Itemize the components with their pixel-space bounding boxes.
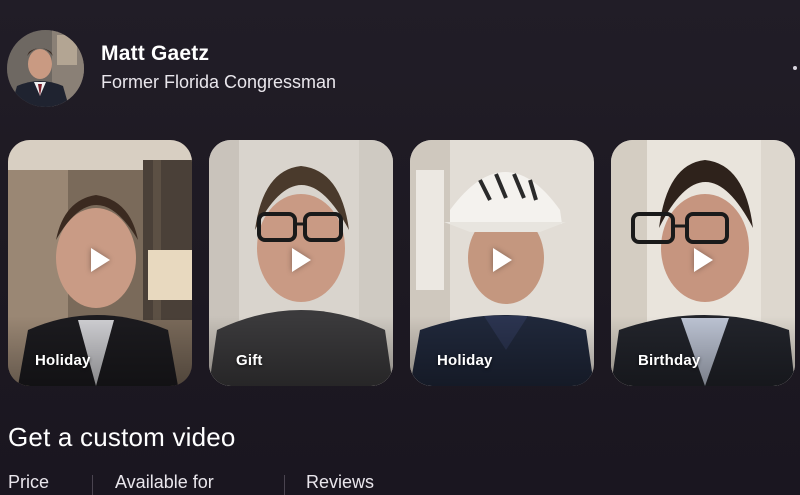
- play-icon[interactable]: [493, 248, 512, 272]
- reviews-label[interactable]: Reviews: [306, 472, 374, 493]
- video-card-2[interactable]: Gift: [209, 140, 393, 386]
- more-dot-icon[interactable]: [793, 66, 797, 70]
- video-label: Holiday: [437, 352, 493, 369]
- stats-row: Price Available for Reviews: [0, 470, 800, 495]
- video-carousel: Holiday Gift Holiday Birthday: [0, 140, 800, 386]
- video-label: Holiday: [35, 352, 91, 369]
- video-card-1[interactable]: Holiday: [8, 140, 192, 386]
- divider: [284, 475, 285, 495]
- avatar[interactable]: [7, 30, 84, 107]
- card-shade: [8, 316, 192, 386]
- price-label: Price: [8, 472, 50, 492]
- play-icon[interactable]: [292, 248, 311, 272]
- card-shade: [611, 316, 795, 386]
- video-card-4[interactable]: Birthday: [611, 140, 795, 386]
- divider: [92, 475, 93, 495]
- card-shade: [410, 316, 594, 386]
- celebrity-subtitle: Former Florida Congressman: [101, 72, 337, 92]
- section-title: Get a custom video: [8, 422, 236, 452]
- card-shade: [209, 316, 393, 386]
- celebrity-name: Matt Gaetz: [101, 42, 210, 65]
- video-label: Birthday: [638, 352, 701, 369]
- available-for-label: Available for: [115, 472, 214, 492]
- video-label: Gift: [236, 352, 263, 369]
- play-icon[interactable]: [91, 248, 110, 272]
- video-card-3[interactable]: Holiday: [410, 140, 594, 386]
- profile-page: Matt Gaetz Former Florida Congressman Ho…: [0, 0, 800, 495]
- play-icon[interactable]: [694, 248, 713, 272]
- profile-header: Matt Gaetz Former Florida Congressman: [0, 0, 800, 130]
- avatar-image: [7, 30, 84, 107]
